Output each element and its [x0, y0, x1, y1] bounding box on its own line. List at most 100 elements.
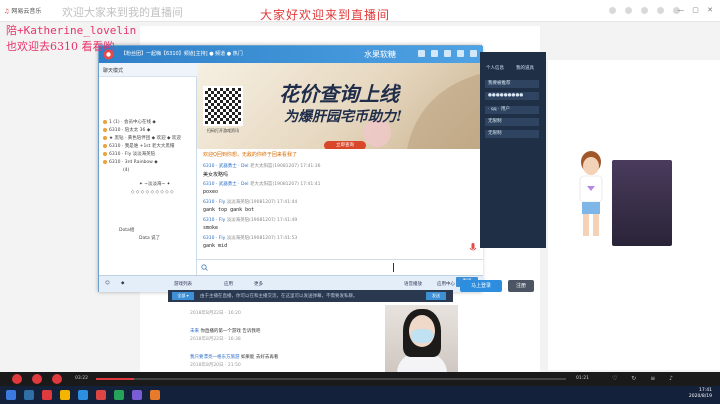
qr-caption: 扫码打开游戏资讯 — [207, 128, 239, 133]
password-field[interactable]: ●●●●●●●●● — [485, 92, 539, 100]
banner-headline: 花价查询上线 — [279, 82, 399, 106]
level-badge-icon — [103, 135, 107, 140]
yy-titlebar[interactable]: 【粉丝团】一起嗨【6310】频道[主持] ● 频道 ● 热门 水果软糖 — [99, 46, 483, 63]
skin-icon[interactable] — [418, 50, 425, 57]
member-row[interactable]: ◇ ◇ ◇ ◇ ◇ ◇ ◇ ◇ ◇ — [103, 189, 195, 197]
system-clock[interactable]: 17:41 2020/8/19 — [689, 388, 712, 400]
member-row[interactable]: 6310 · Fly 淡淡海英陪 — [103, 151, 195, 159]
music-player-bar: 03:22 01:21 ♡ ↻ ≡ ♪ — [0, 372, 720, 386]
option-field[interactable]: 无限制 — [485, 130, 539, 138]
chat-sender[interactable]: 6310 · 武器勇士 · Del — [203, 182, 249, 187]
feed-date-text: 2018年8月22日 · 16:38 — [190, 337, 241, 342]
search-icon[interactable] — [24, 390, 34, 400]
next-icon[interactable] — [52, 374, 62, 384]
app-center-button[interactable]: 应用中心 — [437, 281, 455, 287]
feed-item: 我只要漂亮一格东方旅游 如果能 去好去再看 — [190, 354, 278, 360]
tab-profile[interactable]: 个人信息 — [486, 65, 504, 71]
search-icon[interactable] — [201, 264, 208, 271]
total-time: 01:21 — [576, 376, 589, 381]
login-side-panel: 个人信息 我的道具 我要被推荐 ●●●●●●●●● · qq · 用户 无限制 … — [480, 52, 546, 248]
chat-message: poxeo — [203, 189, 219, 195]
settings-icon[interactable] — [641, 7, 648, 14]
member-row[interactable]: 6310 · 陪太太 36 ◆ — [103, 127, 195, 135]
chat-input[interactable] — [197, 259, 483, 275]
member-row[interactable]: ★ 黑钻 · 黄色陪伴团 ◆ 欢迎 ◆ 欢迎 — [103, 135, 195, 143]
feed-date: 2018年8月22日 · 16:38 — [190, 336, 241, 342]
prompt-send-button[interactable]: 发送 — [426, 292, 446, 300]
feed-user[interactable]: 未来 — [190, 329, 199, 334]
chat-meta: 6310 · Fly 淡淡海英陪(19081207) 17:41:44 — [203, 199, 297, 205]
member-group[interactable]: (4) — [103, 167, 195, 175]
chat-sender[interactable]: 6310 · 武器勇士 · Del — [203, 164, 249, 169]
start-icon[interactable] — [6, 390, 16, 400]
chat-message: gank top gank bot — [203, 207, 255, 213]
member-group[interactable]: Dota组 — [103, 227, 195, 235]
chat-sender[interactable]: 6310 · Fly — [203, 200, 225, 205]
more-button[interactable]: 更多 — [254, 281, 263, 287]
window-controls[interactable]: — ▢ ✕ — [677, 6, 716, 14]
gift-icon[interactable]: ◆ — [121, 281, 124, 286]
chat-sender[interactable]: 6310 · Fly — [203, 236, 225, 241]
game-ad-banner[interactable] — [612, 160, 672, 246]
menu-icon[interactable] — [431, 50, 438, 57]
member-name: 1 (1) · 会员中心在线 ◆ — [109, 120, 156, 125]
pause-icon[interactable] — [32, 374, 42, 384]
game-list-button[interactable]: 游戏列表 — [174, 281, 192, 287]
emoji-icon[interactable]: ☺ — [105, 281, 110, 286]
previous-icon[interactable] — [12, 374, 22, 384]
top-toolbar — [609, 7, 680, 14]
room-title: 【粉丝团】一起嗨【6310】频道[主持] ● 频道 ● 热门 — [121, 51, 243, 57]
account-field[interactable]: 我要被推荐 — [485, 80, 539, 88]
member-name: ★ 黑钻 · 黄色陪伴团 ◆ 欢迎 ◆ 欢迎 — [109, 136, 181, 141]
list-mode-select[interactable]: 聊天模式 — [103, 67, 123, 74]
member-row[interactable]: Data 说了 — [103, 235, 195, 243]
member-row[interactable]: 1 (1) · 会员中心在线 ◆ — [103, 119, 195, 127]
microphone-icon[interactable] — [469, 243, 477, 253]
wechat-icon[interactable] — [114, 390, 124, 400]
tab-items[interactable]: 我的道具 — [516, 65, 534, 71]
login-button[interactable]: 马上登录 — [460, 280, 502, 292]
feed-user[interactable]: 我只要漂亮一格东方旅游 — [190, 355, 240, 360]
netease-music-icon[interactable] — [42, 390, 52, 400]
feed-text: · 16:20 — [224, 311, 241, 316]
chat-message: smoke — [203, 225, 219, 231]
overlay-welcome-line: 也欢迎去6310 看看哟 — [6, 40, 115, 53]
skin-icon[interactable] — [657, 7, 664, 14]
player-extra-icons[interactable]: ♡ ↻ ≡ ♪ — [612, 375, 679, 382]
member-row[interactable]: 6310 · 3rd Rainbow ◆ — [103, 159, 195, 167]
minimize-icon[interactable] — [444, 50, 451, 57]
yy-icon[interactable] — [78, 390, 88, 400]
level-badge-icon — [103, 151, 107, 156]
overlay-user-line: 陪+Katherine_lovelin — [6, 24, 137, 37]
progress-track[interactable] — [96, 378, 566, 380]
voice-play-button[interactable]: 语音播放 — [404, 281, 422, 287]
prompt-text: 由于主播在直播，你可以在和主播交流，在这里可以发送弹幕，不需要发私聊。 — [200, 294, 358, 299]
member-list-panel: 聊天模式 1 (1) · 会员中心在线 ◆ 6310 · 陪太太 36 ◆ ★ … — [99, 63, 197, 275]
maximize-icon[interactable] — [457, 50, 464, 57]
browser-icon[interactable] — [96, 390, 106, 400]
chat-meta: 6310 · 武器勇士 · Del 老大太阳篮(19081207) 17:41:… — [203, 181, 321, 187]
chat-time: 老大太阳篮(19081207) 17:41:36 — [249, 164, 321, 169]
option-field[interactable]: · qq · 用户 — [485, 106, 539, 114]
chat-time: 淡淡海英陪(19081207) 17:41:49 — [226, 218, 298, 223]
prompt-toolbar: 全部 ▾ 由于主播在直播，你可以在和主播交流，在这里可以发送弹幕，不需要发私聊。… — [168, 290, 453, 302]
app-icon[interactable] — [132, 390, 142, 400]
user-avatar-icon[interactable] — [609, 7, 616, 14]
qr-code[interactable] — [203, 86, 243, 126]
webcam-view — [385, 305, 458, 375]
chat-sender[interactable]: 6310 · Fly — [203, 218, 225, 223]
app-logo[interactable]: ♫ 网易云音乐 — [4, 6, 41, 15]
folder-icon[interactable] — [60, 390, 70, 400]
target-dropdown[interactable]: 全部 ▾ — [172, 292, 194, 300]
member-row[interactable]: ✦ ~淡淡海~ ✦ — [103, 181, 195, 189]
register-button[interactable]: 注册 — [508, 280, 534, 292]
member-row[interactable]: 6310 · 我是谁 +1st 老大大黑帽 — [103, 143, 195, 151]
overlay-red-text: 大家好欢迎来到直播间 — [260, 8, 391, 22]
app-icon-2[interactable] — [150, 390, 160, 400]
progress-fill — [96, 378, 134, 380]
mail-icon[interactable] — [625, 7, 632, 14]
option-field[interactable]: 无限制 — [485, 118, 539, 126]
apps-button[interactable]: 应用 — [224, 281, 233, 287]
feed-item: 2018年8月22日 · 16:20 — [190, 310, 241, 316]
close-icon[interactable] — [470, 50, 477, 57]
